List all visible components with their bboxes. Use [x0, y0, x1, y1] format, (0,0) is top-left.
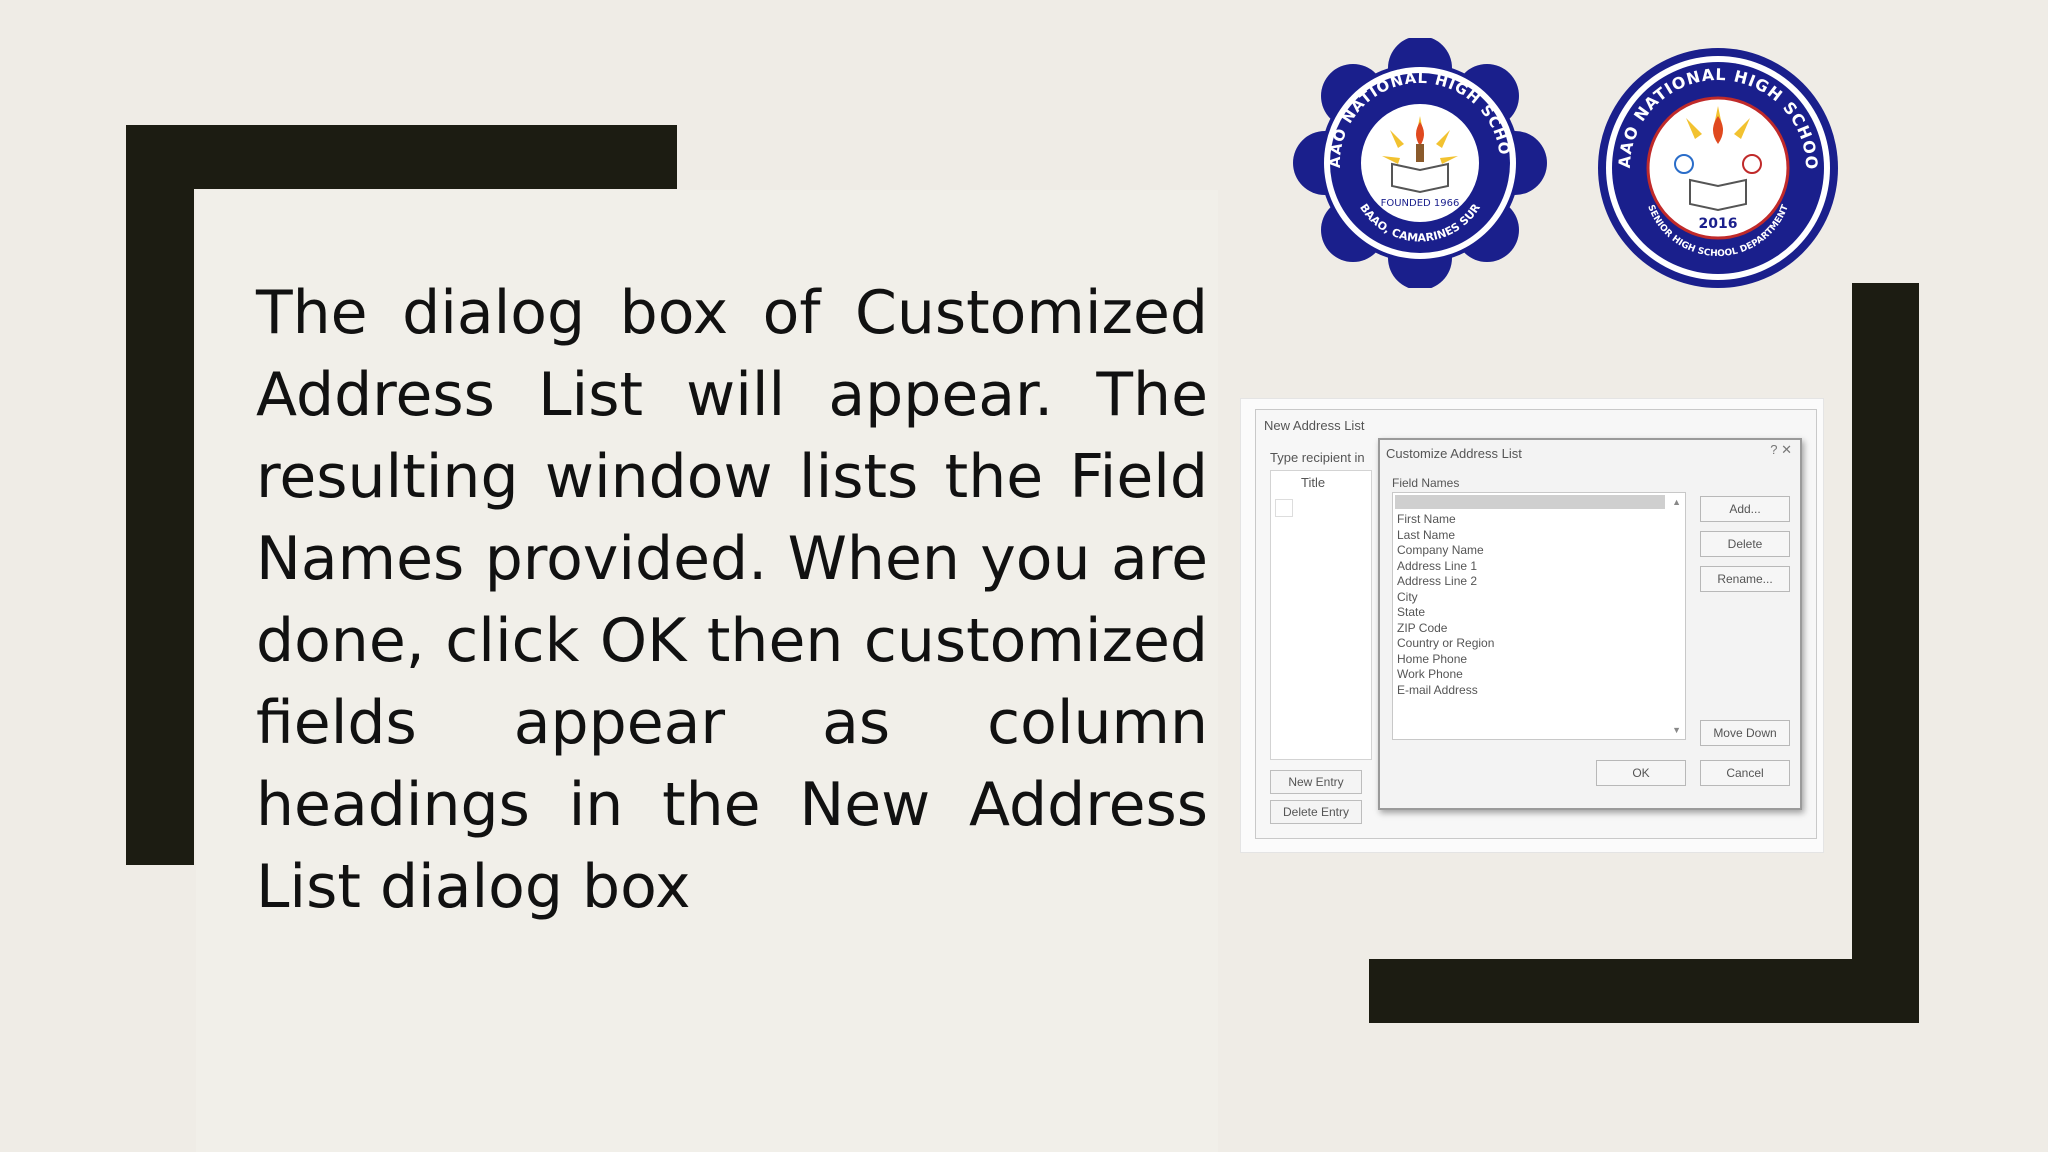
field-item[interactable]: Last Name: [1397, 528, 1494, 544]
svg-text:FOUNDED 1966: FOUNDED 1966: [1381, 198, 1460, 209]
field-item[interactable]: First Name: [1397, 512, 1494, 528]
frame-top-left-horizontal: [126, 125, 677, 189]
customize-address-list-dialog: Customize Address List ? ✕ Field Names ▲…: [1378, 438, 1802, 810]
field-item[interactable]: Work Phone: [1397, 667, 1494, 683]
baao-national-high-school-seal: BAAO NATIONAL HIGH SCHOOL FOUNDED 1966 B…: [1283, 24, 1550, 290]
field-item[interactable]: State: [1397, 605, 1494, 621]
slide-body-text: The dialog box of Customized Address Lis…: [256, 278, 1208, 922]
move-down-button[interactable]: Move Down: [1700, 720, 1790, 746]
grid-column-title: Title: [1301, 475, 1326, 490]
dialog-screenshot: New Address List Type recipient in Title…: [1240, 398, 1824, 853]
svg-text:2016: 2016: [1699, 216, 1738, 232]
scroll-down-icon[interactable]: ▼: [1672, 725, 1681, 735]
recipient-grid: Title: [1270, 470, 1372, 760]
type-prompt: Type recipient in: [1270, 450, 1365, 465]
field-item[interactable]: Home Phone: [1397, 652, 1494, 668]
rename-button[interactable]: Rename...: [1700, 566, 1790, 592]
frame-bottom-right-horizontal: [1369, 959, 1919, 1023]
scroll-up-icon[interactable]: ▲: [1672, 497, 1681, 507]
baao-nhs-senior-high-seal: BAAO NATIONAL HIGH SCHOOL 2016 SENIOR HI…: [1589, 31, 1840, 290]
delete-button[interactable]: Delete: [1700, 531, 1790, 557]
ok-button[interactable]: OK: [1596, 760, 1686, 786]
dialog-controls[interactable]: ? ✕: [1770, 442, 1792, 458]
field-item[interactable]: ZIP Code: [1397, 621, 1494, 637]
field-names-label: Field Names: [1392, 476, 1460, 490]
field-item[interactable]: Address Line 2: [1397, 574, 1494, 590]
window-title: New Address List: [1264, 418, 1365, 433]
selected-field-highlight: [1395, 495, 1665, 509]
new-address-list-window: New Address List Type recipient in Title…: [1255, 409, 1817, 839]
frame-top-left-vertical: [126, 125, 194, 865]
frame-bottom-right-vertical: [1852, 283, 1919, 1023]
new-entry-button[interactable]: New Entry: [1270, 770, 1362, 794]
field-item[interactable]: Country or Region: [1397, 636, 1494, 652]
dialog-title: Customize Address List: [1386, 446, 1522, 461]
cancel-button[interactable]: Cancel: [1700, 760, 1790, 786]
senior-high-seal-icon: BAAO NATIONAL HIGH SCHOOL 2016 SENIOR HI…: [1589, 31, 1838, 288]
field-item[interactable]: City: [1397, 590, 1494, 606]
row-selector: [1275, 499, 1293, 517]
school-seal-icon: BAAO NATIONAL HIGH SCHOOL FOUNDED 1966 B…: [1283, 24, 1547, 290]
field-items: First Name Last Name Company Name Addres…: [1397, 512, 1494, 698]
delete-entry-button[interactable]: Delete Entry: [1270, 800, 1362, 824]
field-item[interactable]: E-mail Address: [1397, 683, 1494, 699]
add-button[interactable]: Add...: [1700, 496, 1790, 522]
field-names-list[interactable]: ▲ First Name Last Name Company Name Addr…: [1392, 492, 1686, 740]
field-item[interactable]: Address Line 1: [1397, 559, 1494, 575]
field-item[interactable]: Company Name: [1397, 543, 1494, 559]
